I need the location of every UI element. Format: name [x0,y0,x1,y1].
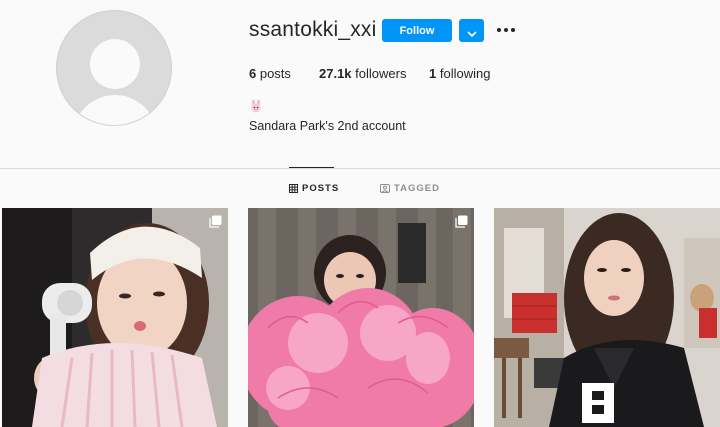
username: ssantokki_xxi [249,18,377,41]
followers-stat[interactable]: 27.1k followers [319,66,406,81]
following-label: following [436,66,491,81]
more-dot-icon [497,28,501,32]
posts-label: posts [256,66,291,81]
posts-stat: 6 posts [249,66,291,81]
post-photo-3 [494,208,720,427]
following-stat[interactable]: 1 following [429,66,490,81]
more-dot-icon [511,28,515,32]
avatar-placeholder-head [90,39,140,89]
post-photo-1 [2,208,228,427]
follow-button[interactable]: Follow [382,19,452,42]
carousel-icon [209,215,222,228]
more-options-button[interactable] [496,22,518,38]
post-thumbnail-1[interactable] [2,208,228,427]
post-photo-2 [248,208,474,427]
followers-count: 27.1k [319,66,352,81]
rabbit-emoji-icon [251,99,261,113]
more-dot-icon [504,28,508,32]
tabs-divider [0,168,720,169]
chevron-down-icon [466,30,477,37]
profile-bio: Sandara Park's 2nd account [249,119,406,133]
tab-posts-label: POSTS [302,183,340,194]
tab-tagged-label: TAGGED [394,183,440,194]
followers-label: followers [351,66,407,81]
suggestions-dropdown-button[interactable] [459,19,484,42]
post-thumbnail-2[interactable] [248,208,474,427]
carousel-icon [455,215,468,228]
post-thumbnail-3[interactable] [494,208,720,427]
profile-avatar[interactable] [56,10,172,126]
avatar-placeholder-body [73,95,157,125]
active-tab-indicator [289,167,334,168]
tag-icon [380,184,390,193]
tab-tagged[interactable]: TAGGED [380,183,440,194]
grid-icon [289,184,298,193]
tab-posts[interactable]: POSTS [289,183,339,194]
